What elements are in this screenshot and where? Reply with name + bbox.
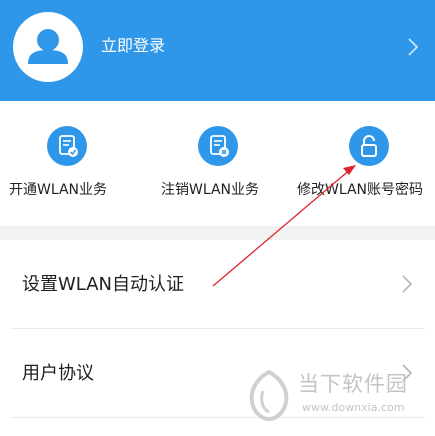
document-cancel-icon xyxy=(198,126,238,166)
chevron-right-icon[interactable] xyxy=(406,36,420,58)
watermark-logo-icon xyxy=(249,369,289,421)
document-check-icon xyxy=(47,126,87,166)
watermark-title: 当下软件园 xyxy=(298,372,408,396)
open-wlan-service-button[interactable]: 开通WLAN业务 xyxy=(0,101,140,226)
user-avatar-icon[interactable] xyxy=(13,12,83,82)
change-wlan-password-label: 修改WLAN账号密码 xyxy=(297,182,424,198)
list-item-auto-auth[interactable]: 设置WLAN自动认证 xyxy=(0,240,435,329)
open-wlan-service-label: 开通WLAN业务 xyxy=(9,182,108,198)
login-link[interactable]: 立即登录 xyxy=(101,35,165,57)
section-divider xyxy=(0,226,435,240)
change-wlan-password-button[interactable]: 修改WLAN账号密码 xyxy=(290,101,430,226)
watermark-url: www.downxia.com xyxy=(302,401,405,414)
cancel-wlan-service-button[interactable]: 注销WLAN业务 xyxy=(145,101,285,226)
quick-actions: 开通WLAN业务 注销WLAN业务 修改WLAN账号密码 xyxy=(0,101,435,226)
lock-icon xyxy=(349,126,389,166)
chevron-right-icon xyxy=(402,275,413,293)
account-header[interactable]: 立即登录 xyxy=(0,0,435,101)
list-item-label: 用户协议 xyxy=(22,363,94,384)
watermark: 当下软件园 www.downxia.com xyxy=(246,365,421,425)
list-item-label: 设置WLAN自动认证 xyxy=(22,274,185,295)
cancel-wlan-service-label: 注销WLAN业务 xyxy=(161,182,260,198)
